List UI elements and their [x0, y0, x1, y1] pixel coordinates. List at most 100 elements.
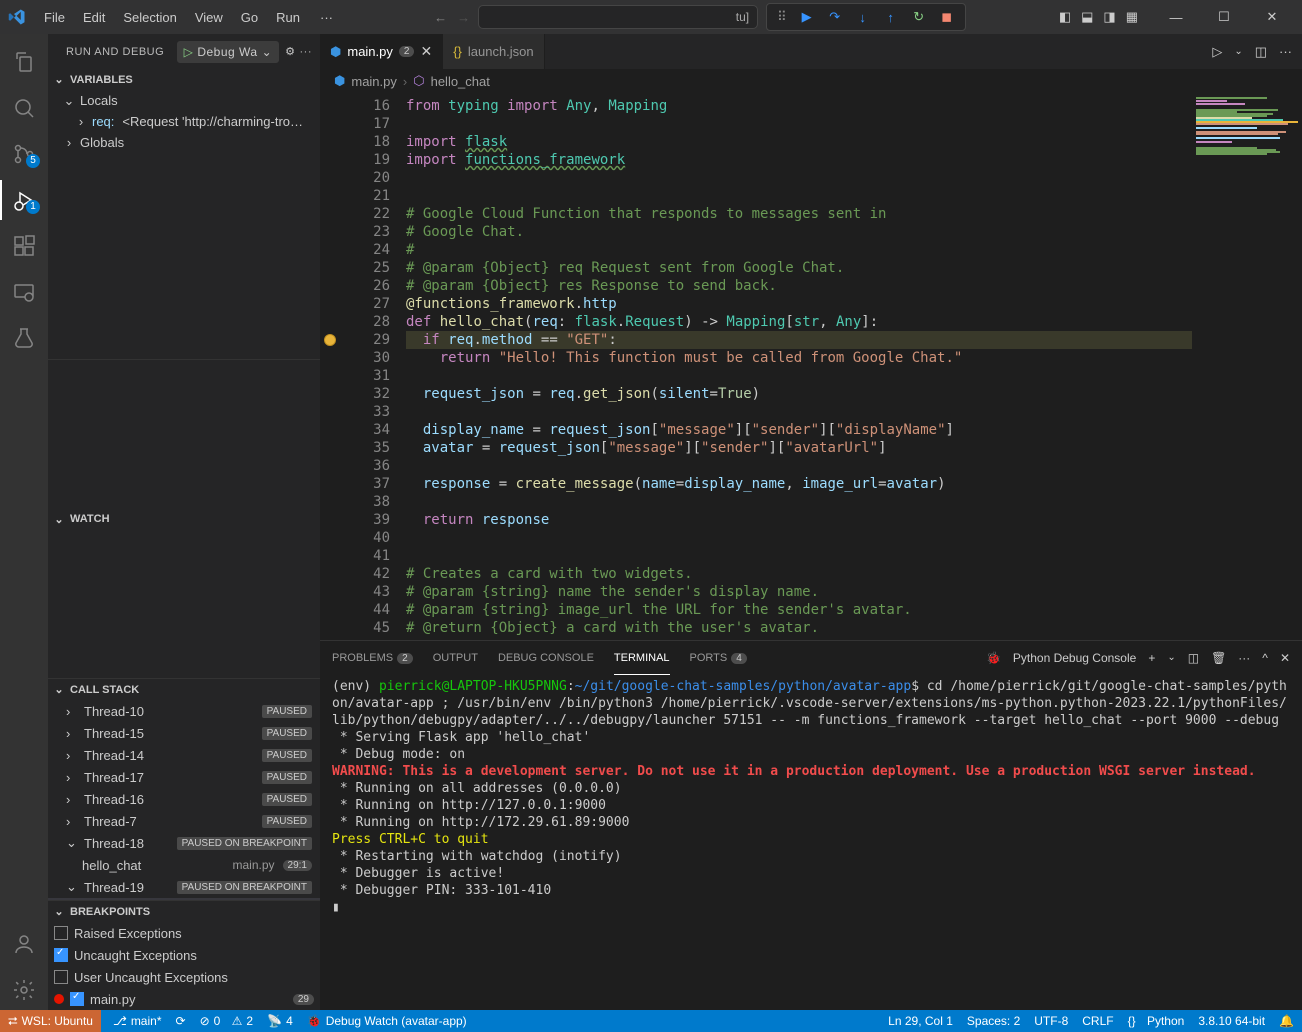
line-gutter[interactable]: 1617181920212223242526272829303132333435…: [346, 93, 406, 640]
checkbox[interactable]: [54, 926, 68, 940]
breakpoint-checkbox[interactable]: [70, 992, 84, 1006]
more-icon[interactable]: ···: [1279, 44, 1292, 59]
maximize-panel-icon[interactable]: ^: [1262, 651, 1268, 665]
activity-explorer[interactable]: [0, 42, 48, 82]
layout-customize-icon[interactable]: ▦: [1126, 9, 1138, 25]
status-ports[interactable]: 📡4: [267, 1014, 293, 1028]
activity-settings[interactable]: [0, 970, 48, 1010]
status-notifications[interactable]: 🔔: [1279, 1014, 1294, 1028]
status-encoding[interactable]: UTF-8: [1034, 1014, 1068, 1028]
window-maximize[interactable]: ☐: [1202, 2, 1246, 32]
thread-row[interactable]: ›Thread-15PAUSED: [48, 722, 320, 744]
thread-row[interactable]: ›Thread-7PAUSED: [48, 810, 320, 832]
section-callstack[interactable]: ⌄CALL STACK: [48, 679, 320, 700]
tab-main-py[interactable]: ⬢main.py2✕: [320, 34, 443, 69]
activity-remote[interactable]: [0, 272, 48, 312]
window-minimize[interactable]: —: [1154, 2, 1198, 32]
close-icon[interactable]: ✕: [420, 43, 432, 60]
chevron-down-icon[interactable]: ⌄: [1234, 46, 1242, 57]
thread-row[interactable]: ›Thread-16PAUSED: [48, 788, 320, 810]
status-lang[interactable]: {} Python: [1128, 1014, 1185, 1028]
split-icon[interactable]: ◫: [1255, 44, 1267, 60]
terminal-profile-label[interactable]: Python Debug Console: [1013, 651, 1136, 665]
menu-selection[interactable]: Selection: [115, 6, 184, 29]
more-icon[interactable]: ···: [1238, 651, 1250, 665]
panel-tab-terminal[interactable]: TERMINAL: [614, 648, 670, 668]
stack-frame[interactable]: hello_chatmain.py29:1: [48, 854, 320, 876]
terminal-content[interactable]: (env) pierrick@LAPTOP-HKU5PNNG:~/git/goo…: [320, 674, 1302, 1010]
minimap[interactable]: [1192, 93, 1302, 640]
continue-icon[interactable]: ▶: [799, 9, 815, 25]
breadcrumb[interactable]: ⬢ main.py › ⬡ hello_chat: [320, 69, 1302, 93]
breakpoint-exception[interactable]: User Uncaught Exceptions: [48, 966, 320, 988]
step-out-icon[interactable]: ↑: [883, 9, 899, 25]
debug-config-select[interactable]: ▷ Debug Wa ⌄: [177, 41, 280, 63]
layout-panel-left-icon[interactable]: ◧: [1059, 9, 1071, 25]
status-python[interactable]: 3.8.10 64-bit: [1198, 1014, 1265, 1028]
status-eol[interactable]: CRLF: [1082, 1014, 1113, 1028]
thread-row[interactable]: ⌄Thread-19PAUSED ON BREAKPOINT: [48, 876, 320, 898]
section-variables[interactable]: ⌄VARIABLES: [48, 69, 320, 90]
nav-forward-icon[interactable]: →: [457, 10, 470, 25]
run-icon[interactable]: ▷: [1212, 44, 1222, 60]
menu-go[interactable]: Go: [233, 6, 266, 29]
activity-search[interactable]: [0, 88, 48, 128]
checkbox[interactable]: [54, 948, 68, 962]
breakpoint-exception[interactable]: Uncaught Exceptions: [48, 944, 320, 966]
layout-panel-right-icon[interactable]: ◨: [1103, 9, 1115, 25]
more-icon[interactable]: ···: [300, 46, 313, 58]
trash-icon[interactable]: 🗑: [1211, 651, 1226, 665]
menu-run[interactable]: Run: [268, 6, 308, 29]
step-over-icon[interactable]: ↷: [827, 9, 843, 25]
status-spaces[interactable]: Spaces: 2: [967, 1014, 1020, 1028]
menu-file[interactable]: File: [36, 6, 73, 29]
section-watch[interactable]: ⌄WATCH: [48, 359, 320, 678]
thread-row[interactable]: ›Thread-17PAUSED: [48, 766, 320, 788]
checkbox[interactable]: [54, 970, 68, 984]
status-remote[interactable]: ⮂WSL: Ubuntu: [0, 1010, 101, 1032]
step-into-icon[interactable]: ↓: [855, 9, 871, 25]
menu-edit[interactable]: Edit: [75, 6, 113, 29]
menu-view[interactable]: View: [187, 6, 231, 29]
breakpoint-file[interactable]: main.py 29: [48, 988, 320, 1010]
status-cursor[interactable]: Ln 29, Col 1: [888, 1014, 953, 1028]
activity-scm[interactable]: 5: [0, 134, 48, 174]
status-problems[interactable]: ⊘0 ⚠2: [200, 1014, 254, 1028]
stop-icon[interactable]: ◼: [939, 9, 955, 25]
scope-globals[interactable]: ›Globals: [48, 132, 320, 153]
restart-icon[interactable]: ↻: [911, 9, 927, 25]
layout-panel-bottom-icon[interactable]: ⬓: [1081, 9, 1093, 25]
thread-row[interactable]: ›Thread-10PAUSED: [48, 700, 320, 722]
panel-tab-debug-console[interactable]: DEBUG CONSOLE: [498, 648, 594, 668]
chevron-down-icon[interactable]: ⌄: [1167, 652, 1175, 663]
nav-back-icon[interactable]: ←: [434, 10, 447, 25]
section-breakpoints[interactable]: ⌄BREAKPOINTS: [48, 901, 320, 922]
symbol-icon: ⬡: [413, 73, 424, 89]
split-terminal-icon[interactable]: ◫: [1188, 651, 1199, 665]
activity-accounts[interactable]: [0, 924, 48, 964]
activity-testing[interactable]: [0, 318, 48, 358]
editor-body[interactable]: 1617181920212223242526272829303132333435…: [320, 93, 1302, 640]
breakpoint-exception[interactable]: Raised Exceptions: [48, 922, 320, 944]
scope-locals[interactable]: ⌄Locals: [48, 90, 320, 111]
panel-tab-output[interactable]: OUTPUT: [433, 648, 478, 668]
activity-debug[interactable]: 1: [0, 180, 48, 220]
close-panel-icon[interactable]: ✕: [1280, 651, 1290, 665]
status-branch[interactable]: ⎇main*: [113, 1014, 162, 1028]
gear-icon[interactable]: ⚙: [285, 45, 295, 58]
var-req[interactable]: ›req:<Request 'http://charming-tro…: [48, 111, 320, 132]
panel-tab-problems[interactable]: PROBLEMS2: [332, 648, 413, 668]
tab-launch-json[interactable]: {}launch.json: [443, 34, 544, 69]
menu-overflow[interactable]: ···: [312, 6, 341, 29]
status-sync[interactable]: ⟳: [176, 1014, 186, 1028]
command-center[interactable]: tu]: [478, 5, 758, 29]
thread-row[interactable]: ›Thread-14PAUSED: [48, 744, 320, 766]
grip-icon[interactable]: ⠿: [777, 9, 787, 25]
window-close[interactable]: ✕: [1250, 2, 1294, 32]
status-debug-session[interactable]: 🐞Debug Watch (avatar-app): [307, 1014, 467, 1028]
new-terminal-icon[interactable]: +: [1148, 651, 1155, 665]
thread-row[interactable]: ⌄Thread-18PAUSED ON BREAKPOINT: [48, 832, 320, 854]
activity-extensions[interactable]: [0, 226, 48, 266]
panel-tab-ports[interactable]: PORTS4: [690, 648, 747, 668]
code-content[interactable]: from typing import Any, Mapping import f…: [406, 93, 1192, 640]
